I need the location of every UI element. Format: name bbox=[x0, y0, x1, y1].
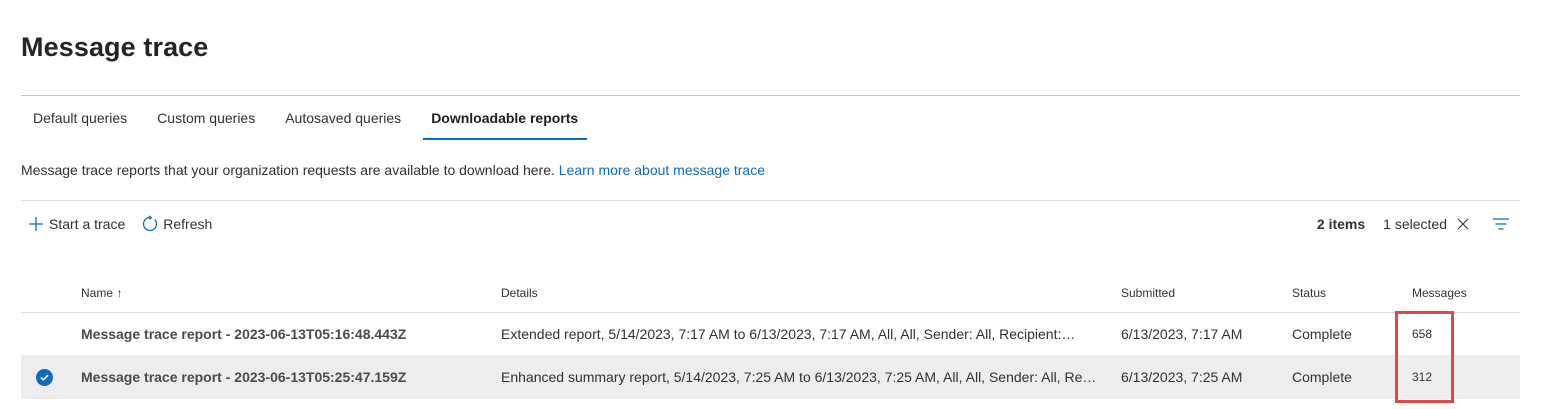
selection-bar: 2 items 1 selected bbox=[1317, 212, 1511, 236]
description-text: Message trace reports that your organiza… bbox=[21, 162, 559, 178]
tab-autosaved-queries[interactable]: Autosaved queries bbox=[273, 100, 413, 138]
title-divider bbox=[21, 95, 1520, 96]
column-header-status[interactable]: Status bbox=[1292, 286, 1326, 300]
report-status: Complete bbox=[1292, 326, 1352, 342]
start-trace-button[interactable]: Start a trace bbox=[27, 212, 125, 236]
close-icon[interactable] bbox=[1453, 214, 1473, 234]
report-name[interactable]: Message trace report - 2023-06-13T05:16:… bbox=[81, 326, 406, 342]
tab-bar: Default queries Custom queries Autosaved… bbox=[21, 100, 596, 140]
section-divider bbox=[21, 200, 1520, 201]
column-header-submitted[interactable]: Submitted bbox=[1121, 286, 1175, 300]
report-submitted: 6/13/2023, 7:25 AM bbox=[1121, 369, 1243, 385]
report-name[interactable]: Message trace report - 2023-06-13T05:25:… bbox=[81, 369, 406, 385]
report-messages: 312 bbox=[1412, 370, 1433, 384]
selected-count: 1 selected bbox=[1383, 216, 1447, 232]
column-header-details[interactable]: Details bbox=[501, 286, 538, 300]
start-trace-label: Start a trace bbox=[49, 216, 126, 232]
tab-downloadable-reports[interactable]: Downloadable reports bbox=[419, 100, 590, 140]
row-checkbox[interactable] bbox=[36, 326, 53, 343]
learn-more-link[interactable]: Learn more about message trace bbox=[559, 162, 765, 178]
checkmark-icon[interactable] bbox=[36, 369, 53, 386]
column-header-name[interactable]: Name ↑ bbox=[81, 286, 122, 300]
items-count: 2 items bbox=[1316, 216, 1366, 232]
refresh-icon bbox=[141, 215, 159, 233]
table-header: Name ↑ Details Submitted Status Messages bbox=[21, 272, 1520, 313]
command-bar: Start a trace Refresh bbox=[27, 212, 228, 236]
refresh-button[interactable]: Refresh bbox=[141, 212, 212, 236]
report-details-text: Extended report, 5/14/2023, 7:17 AM to 6… bbox=[501, 326, 1062, 342]
table-row[interactable]: Message trace report - 2023-06-13T05:25:… bbox=[21, 356, 1520, 399]
tab-custom-queries[interactable]: Custom queries bbox=[145, 100, 267, 138]
tab-default-queries[interactable]: Default queries bbox=[21, 100, 139, 138]
report-details: Extended report, 5/14/2023, 7:17 AM to 6… bbox=[501, 326, 1101, 345]
reports-table: Name ↑ Details Submitted Status Messages… bbox=[21, 272, 1520, 399]
report-messages: 658 bbox=[1412, 327, 1433, 341]
column-header-messages[interactable]: Messages bbox=[1412, 286, 1467, 300]
filter-icon[interactable] bbox=[1491, 214, 1511, 234]
page-description: Message trace reports that your organiza… bbox=[21, 162, 765, 178]
report-details: Enhanced summary report, 5/14/2023, 7:25… bbox=[501, 369, 1101, 385]
add-icon bbox=[27, 215, 45, 233]
refresh-label: Refresh bbox=[163, 216, 213, 232]
message-trace-page: Message trace Default queries Custom que… bbox=[0, 0, 1547, 409]
page-title: Message trace bbox=[21, 32, 209, 62]
report-submitted: 6/13/2023, 7:17 AM bbox=[1121, 326, 1243, 342]
report-status: Complete bbox=[1292, 369, 1352, 385]
table-row[interactable]: Message trace report - 2023-06-13T05:16:… bbox=[21, 313, 1520, 356]
